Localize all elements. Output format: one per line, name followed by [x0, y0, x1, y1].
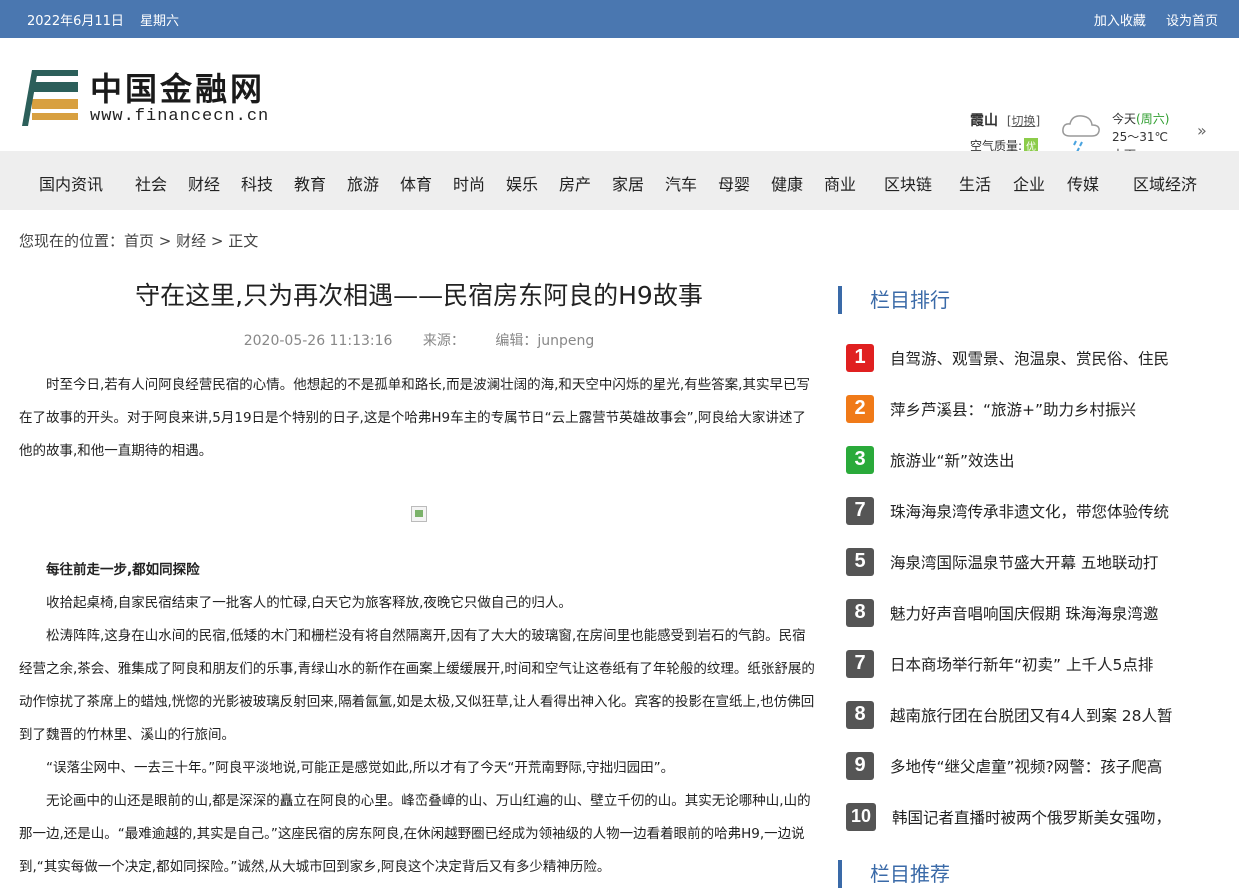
- breadcrumb-separator: >: [154, 232, 177, 250]
- weather-today: 今天: [1112, 112, 1137, 126]
- current-date: 2022年6月11日: [27, 13, 124, 29]
- sidebar: 栏目排行 1 自驾游、观雪景、泡温泉、赏民俗、住民 2 萍乡芦溪县：“旅游+”助力乡…: [838, 286, 1198, 842]
- weather-temperature: 25～31℃: [1112, 130, 1169, 144]
- broken-image-icon: [411, 506, 427, 522]
- nav-item-home[interactable]: 家居: [612, 171, 644, 195]
- breadcrumb-home[interactable]: 首页: [124, 232, 154, 250]
- ranking-section-title: 栏目排行: [838, 286, 1198, 314]
- ranking-item[interactable]: 8 越南旅行团在台脱团又有4人到案 28人暂: [838, 689, 1198, 740]
- ranking-item[interactable]: 10 韩国记者直播时被两个俄罗斯美女强吻，: [838, 791, 1198, 842]
- article-datetime: 2020-05-26 11:13:16: [243, 333, 393, 349]
- site-logo[interactable]: 中国金融网 www.financecn.cn: [22, 70, 269, 128]
- top-bar: 2022年6月11日 星期六 加入收藏 设为首页: [0, 0, 1239, 38]
- ranking-link[interactable]: 珠海海泉湾传承非遗文化，带您体验传统: [890, 500, 1169, 522]
- nav-item-fashion[interactable]: 时尚: [453, 171, 485, 195]
- ranking-link[interactable]: 海泉湾国际温泉节盛大开幕 五地联动打: [890, 551, 1158, 573]
- article-body: 时至今日,若有人问阿良经营民宿的心情。他想起的不是孤单和路长,而是波澜壮阔的海,…: [19, 369, 819, 884]
- add-bookmark-link[interactable]: 加入收藏: [1094, 14, 1146, 29]
- nav-item-business[interactable]: 商业: [824, 171, 856, 195]
- breadcrumb-category[interactable]: 财经: [176, 232, 206, 250]
- nav-item-life[interactable]: 生活: [959, 171, 991, 195]
- nav-item-regional-economy[interactable]: 区域经济: [1133, 171, 1197, 195]
- article-paragraph: 无论画中的山还是眼前的山,都是深深的矗立在阿良的心里。峰峦叠嶂的山、万山红遍的山…: [19, 793, 811, 875]
- nav-item-media[interactable]: 传媒: [1067, 171, 1099, 195]
- article-source: 来源：: [422, 333, 465, 349]
- ranking-link[interactable]: 自驾游、观雪景、泡温泉、赏民俗、住民: [890, 347, 1169, 369]
- nav-item-travel[interactable]: 旅游: [347, 171, 379, 195]
- article-paragraph: 时至今日,若有人问阿良经营民宿的心情。他想起的不是孤单和路长,而是波澜壮阔的海,…: [19, 377, 810, 459]
- article-paragraph: “误落尘网中、一去三十年。”阿良平淡地说,可能正是感觉如此,所以才有了今天“开荒…: [46, 760, 675, 776]
- main-nav: 国内资讯 社会 财经 科技 教育 旅游 体育 时尚 娱乐 房产 家居 汽车 母婴…: [0, 151, 1239, 210]
- current-weekday: 星期六: [140, 13, 180, 29]
- top-date: 2022年6月11日 星期六: [27, 10, 191, 29]
- ranking-item[interactable]: 8 魅力好声音唱响国庆假期 珠海海泉湾邀: [838, 587, 1198, 638]
- nav-item-maternity[interactable]: 母婴: [718, 171, 750, 195]
- rank-number-badge: 5: [846, 547, 874, 576]
- logo-domain: www.financecn.cn: [90, 107, 270, 126]
- nav-item-auto[interactable]: 汽车: [665, 171, 697, 195]
- nav-item-entertainment[interactable]: 娱乐: [506, 171, 538, 195]
- nav-item-tech[interactable]: 科技: [241, 171, 273, 195]
- ranking-item[interactable]: 7 珠海海泉湾传承非遗文化，带您体验传统: [838, 485, 1198, 536]
- article-paragraph: 收拾起桌椅,自家民宿结束了一批客人的忙碌,白天它为旅客释放,夜晚它只做自己的归人…: [46, 595, 572, 611]
- nav-item-domestic[interactable]: 国内资讯: [39, 171, 103, 195]
- breadcrumb-current: 正文: [228, 232, 259, 250]
- article-paragraph: 松涛阵阵,这身在山水间的民宿,低矮的木门和栅栏没有将自然隔离开,因有了大大的玻璃…: [19, 628, 815, 743]
- ranking-item[interactable]: 3 旅游业“新”效迭出: [838, 434, 1198, 485]
- article-meta: 2020-05-26 11:13:16 来源： 编辑：junpeng: [19, 330, 819, 350]
- rank-number-badge: 8: [846, 598, 874, 627]
- ranking-link[interactable]: 魅力好声音唱响国庆假期 珠海海泉湾邀: [890, 602, 1158, 624]
- rank-number-badge: 7: [846, 649, 874, 678]
- recommend-section-title: 栏目推荐: [838, 860, 950, 888]
- rank-number-badge: 9: [846, 751, 874, 780]
- ranking-list: 1 自驾游、观雪景、泡温泉、赏民俗、住民 2 萍乡芦溪县：“旅游+”助力乡村振兴 3…: [838, 332, 1198, 842]
- article-subheading: 每往前走一步,都如同探险: [46, 562, 200, 578]
- ranking-link[interactable]: 韩国记者直播时被两个俄罗斯美女强吻，: [892, 806, 1171, 828]
- nav-item-blockchain[interactable]: 区块链: [884, 171, 932, 195]
- article-editor: 编辑：junpeng: [495, 333, 595, 349]
- breadcrumb: 您现在的位置：首页 > 财经 > 正文: [19, 230, 258, 251]
- rank-number-badge: 3: [846, 445, 874, 474]
- breadcrumb-separator: >: [206, 232, 229, 250]
- rank-number-badge: 1: [846, 343, 874, 372]
- nav-item-society[interactable]: 社会: [135, 171, 167, 195]
- weather-location: 霞山 [切换] 空气质量: 优: [970, 110, 1040, 154]
- switch-city-link[interactable]: [切换]: [1007, 114, 1040, 128]
- ranking-link[interactable]: 越南旅行团在台脱团又有4人到案 28人暂: [890, 704, 1173, 726]
- site-header: 中国金融网 www.financecn.cn 霞山 [切换] 空气质量: 优 今天…: [0, 38, 1239, 162]
- nav-item-education[interactable]: 教育: [294, 171, 326, 195]
- ranking-item[interactable]: 5 海泉湾国际温泉节盛大开幕 五地联动打: [838, 536, 1198, 587]
- ranking-item[interactable]: 7 日本商场举行新年“初卖” 上千人5点排: [838, 638, 1198, 689]
- rank-number-badge: 10: [846, 802, 876, 831]
- ranking-item[interactable]: 2 萍乡芦溪县：“旅游+”助力乡村振兴: [838, 383, 1198, 434]
- logo-chinese-name: 中国金融网: [90, 70, 266, 108]
- weather-more-chevron-icon[interactable]: »: [1197, 121, 1207, 140]
- weather-weekday: (周六): [1136, 112, 1170, 126]
- ranking-link[interactable]: 旅游业“新”效迭出: [890, 449, 1015, 471]
- article-title: 守在这里,只为再次相遇——民宿房东阿良的H9故事: [135, 281, 703, 310]
- rank-number-badge: 7: [846, 496, 874, 525]
- article: 守在这里,只为再次相遇——民宿房东阿良的H9故事 2020-05-26 11:1…: [19, 270, 819, 884]
- nav-item-finance[interactable]: 财经: [188, 171, 220, 195]
- rain-cloud-icon: [1060, 110, 1102, 154]
- nav-item-sports[interactable]: 体育: [400, 171, 432, 195]
- rank-number-badge: 2: [846, 394, 874, 423]
- weather-city: 霞山: [970, 113, 998, 129]
- ranking-link[interactable]: 萍乡芦溪县：“旅游+”助力乡村振兴: [890, 398, 1136, 420]
- ranking-item[interactable]: 1 自驾游、观雪景、泡温泉、赏民俗、住民: [838, 332, 1198, 383]
- nav-item-enterprise[interactable]: 企业: [1013, 171, 1045, 195]
- nav-item-health[interactable]: 健康: [771, 171, 803, 195]
- rank-number-badge: 8: [846, 700, 874, 729]
- ranking-link[interactable]: 多地传“继父虐童”视频?网警：孩子爬高: [890, 755, 1162, 777]
- nav-item-realestate[interactable]: 房产: [559, 171, 591, 195]
- set-homepage-link[interactable]: 设为首页: [1166, 14, 1218, 29]
- ranking-link[interactable]: 日本商场举行新年“初卖” 上千人5点排: [890, 653, 1153, 675]
- article-image: [19, 468, 819, 548]
- breadcrumb-prefix: 您现在的位置：: [19, 232, 125, 250]
- ranking-item[interactable]: 9 多地传“继父虐童”视频?网警：孩子爬高: [838, 740, 1198, 791]
- logo-mark-icon: [22, 70, 80, 128]
